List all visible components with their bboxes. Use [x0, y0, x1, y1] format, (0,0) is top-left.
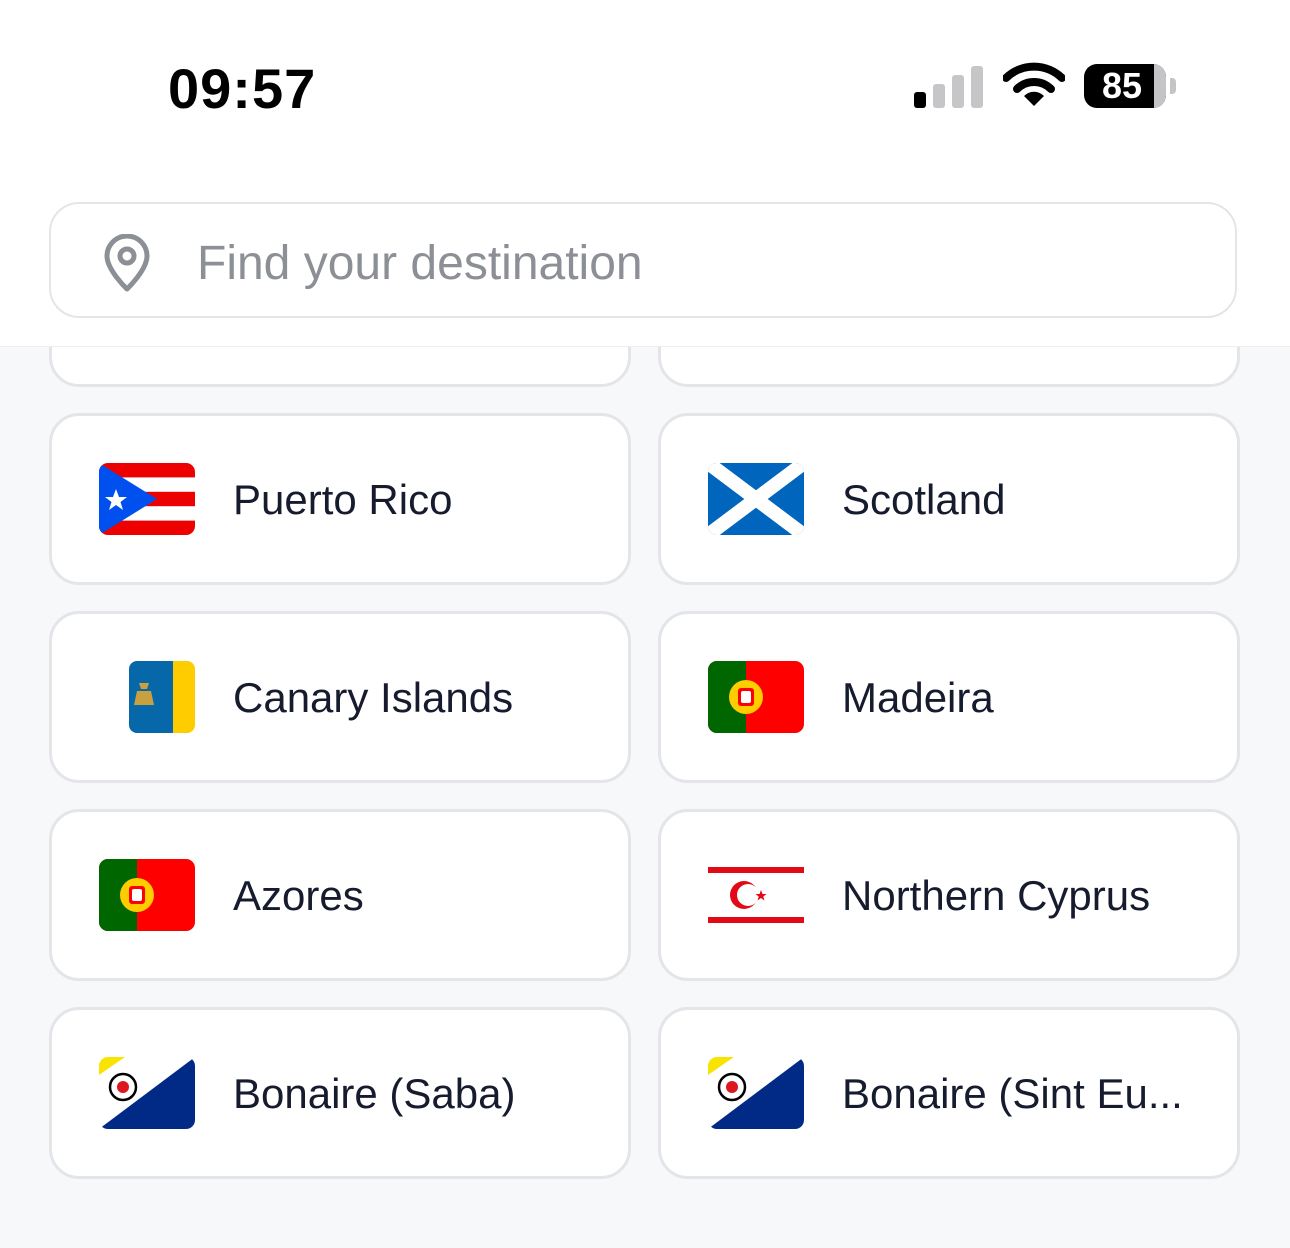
status-time: 09:57 [168, 57, 317, 120]
scotland-flag-icon [708, 463, 804, 535]
destination-card[interactable]: Puerto Rico [49, 413, 631, 585]
puerto-rico-flag-icon [99, 463, 195, 535]
battery-cap [1170, 78, 1176, 94]
destination-card[interactable]: Bonaire (Sint Eu... [658, 1007, 1240, 1179]
destination-card[interactable]: Bonaire (Saba) [49, 1007, 631, 1179]
madeira-flag-icon [708, 661, 804, 733]
bonaire-flag-icon [708, 1057, 804, 1129]
destination-name: Madeira [842, 674, 994, 721]
destination-name: Bonaire (Sint Eu... [842, 1070, 1183, 1117]
header: 09:57 85 [0, 0, 1290, 347]
battery-percent: 85 [1101, 65, 1143, 106]
destination-name: Scotland [842, 476, 1006, 523]
bonaire-flag-icon [99, 1057, 195, 1129]
canary-islands-flag-icon [129, 661, 195, 733]
destination-name: Azores [233, 872, 364, 919]
destination-card[interactable]: Northern Cyprus [658, 809, 1240, 981]
wifi-icon [1003, 62, 1065, 106]
search-input[interactable] [195, 230, 1199, 296]
cellular-signal-icon [914, 66, 983, 108]
location-pin-icon [104, 234, 150, 292]
destination-card[interactable]: Madeira [658, 611, 1240, 783]
battery-icon: 85 [1084, 64, 1166, 108]
destination-name: Puerto Rico [233, 476, 453, 523]
destination-card[interactable]: Canary Islands [49, 611, 631, 783]
destination-name: Northern Cyprus [842, 872, 1151, 919]
northern-cyprus-flag-icon [708, 865, 804, 925]
destination-name: Canary Islands [233, 674, 514, 721]
azores-flag-icon [99, 859, 195, 931]
search-bar[interactable] [49, 202, 1237, 318]
destination-name: Bonaire (Saba) [233, 1070, 516, 1117]
destination-card[interactable]: Scotland [658, 413, 1240, 585]
destination-card[interactable]: Azores [49, 809, 631, 981]
